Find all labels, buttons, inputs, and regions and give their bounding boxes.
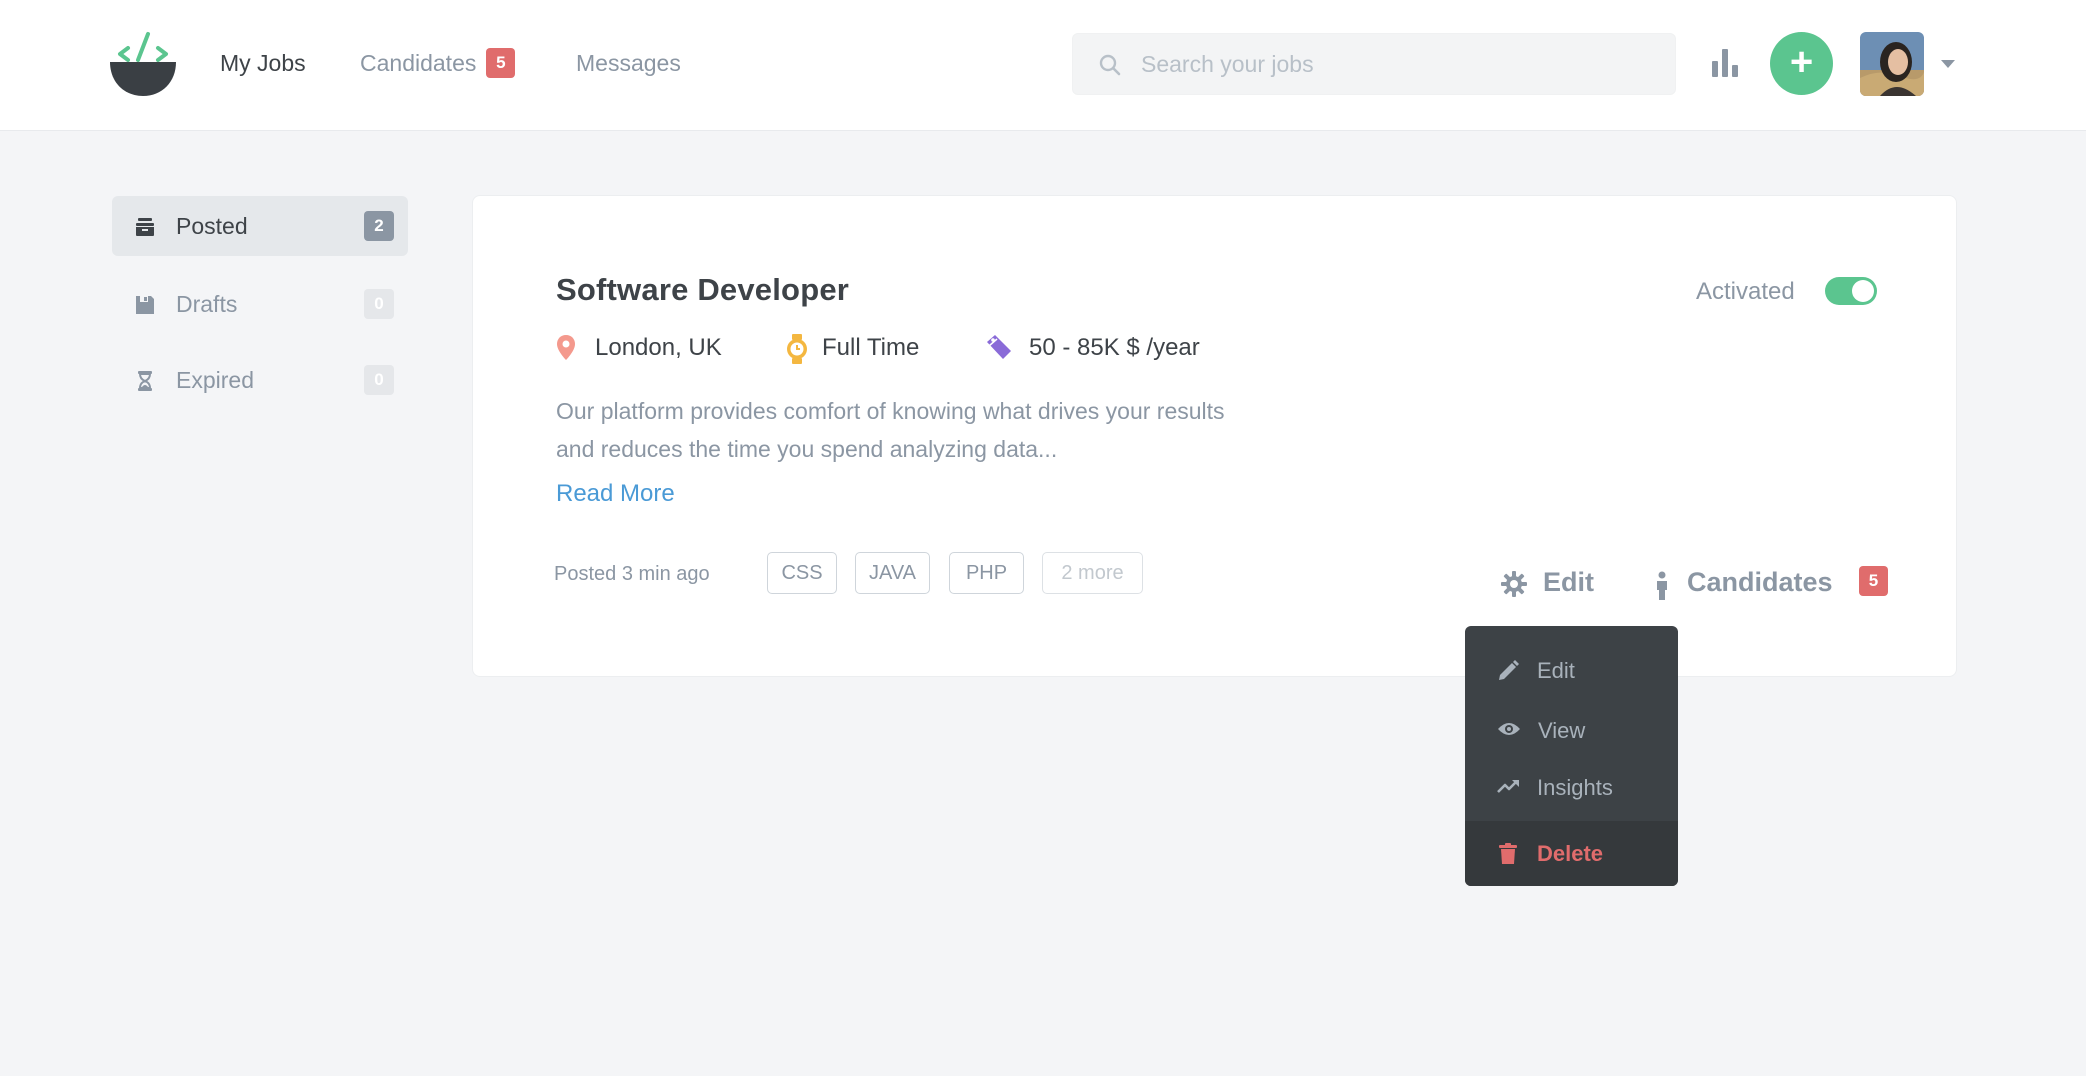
status-label: Activated xyxy=(1696,278,1795,305)
menu-item-label: Delete xyxy=(1537,841,1604,866)
trash-icon xyxy=(1499,843,1517,864)
job-card: Software Developer London, UK Full Time … xyxy=(472,195,1957,677)
avatar[interactable] xyxy=(1860,32,1924,96)
stats-chart-icon[interactable] xyxy=(1710,47,1740,79)
search-icon xyxy=(1099,54,1121,76)
watch-icon xyxy=(787,334,807,364)
menu-item-label: Edit xyxy=(1537,658,1575,683)
menu-item-label: View xyxy=(1538,718,1586,743)
candidates-count-badge: 5 xyxy=(1859,566,1888,596)
top-header: My Jobs Candidates 5 Messages + xyxy=(0,0,2086,131)
skill-tag[interactable]: PHP xyxy=(949,552,1024,594)
edit-label: Edit xyxy=(1543,567,1594,597)
logo-icon[interactable] xyxy=(108,30,178,98)
hourglass-icon xyxy=(138,371,152,391)
eye-icon xyxy=(1498,723,1520,735)
sidebar-count-badge: 2 xyxy=(364,211,394,241)
job-type-text: Full Time xyxy=(822,334,920,361)
nav-candidates-label: Candidates xyxy=(360,50,477,77)
sidebar-count-badge: 0 xyxy=(364,365,394,395)
menu-item-delete[interactable]: Delete xyxy=(1465,821,1678,886)
salary-text: 50 - 85K $ /year xyxy=(1029,334,1200,361)
posted-time: Posted 3 min ago xyxy=(554,563,710,585)
job-description-line: and reduces the time you spend analyzing… xyxy=(556,436,1058,462)
person-icon xyxy=(1657,571,1667,600)
price-tag-icon xyxy=(987,335,1011,359)
sidebar-item-label: Posted xyxy=(176,213,248,239)
gear-icon xyxy=(1501,571,1527,597)
job-type: Full Time xyxy=(785,334,955,364)
edit-button[interactable]: Edit xyxy=(1501,567,1599,601)
read-more-link[interactable]: Read More xyxy=(556,480,675,508)
sidebar-item-label: Expired xyxy=(176,367,254,393)
sidebar-item-label: Drafts xyxy=(176,291,238,317)
nav-candidates[interactable]: Candidates 5 xyxy=(360,48,516,80)
job-salary: 50 - 85K $ /year xyxy=(985,334,1245,364)
menu-item-label: Insights xyxy=(1537,775,1613,800)
job-description-line: Our platform provides comfort of knowing… xyxy=(556,398,1225,424)
avatar-photo-icon xyxy=(1860,32,1924,96)
candidates-button[interactable]: Candidates 5 xyxy=(1655,566,1891,601)
location-text: London, UK xyxy=(595,334,722,361)
sidebar-item-expired[interactable]: Expired 0 xyxy=(112,350,408,410)
skill-tag[interactable]: JAVA xyxy=(855,552,930,594)
sidebar-item-drafts[interactable]: Drafts 0 xyxy=(112,274,408,334)
menu-item-edit[interactable]: Edit xyxy=(1465,642,1678,698)
sidebar-count-badge: 0 xyxy=(364,289,394,319)
activated-toggle[interactable] xyxy=(1825,277,1877,305)
archive-icon xyxy=(136,218,154,236)
toggle-knob xyxy=(1852,280,1874,302)
search-input[interactable] xyxy=(1141,34,1661,94)
nav-messages[interactable]: Messages xyxy=(576,50,681,77)
skill-tag[interactable]: CSS xyxy=(767,552,837,594)
location-pin-icon xyxy=(557,335,575,360)
search-box xyxy=(1072,33,1676,95)
sidebar-item-posted[interactable]: Posted 2 xyxy=(112,196,408,256)
add-job-button[interactable]: + xyxy=(1770,32,1833,95)
trend-icon xyxy=(1497,780,1519,793)
menu-item-view[interactable]: View xyxy=(1465,702,1678,758)
candidates-count-badge: 5 xyxy=(486,48,516,78)
job-description: Our platform provides comfort of knowing… xyxy=(556,392,1316,468)
job-title[interactable]: Software Developer xyxy=(556,272,849,308)
menu-item-insights[interactable]: Insights xyxy=(1465,759,1678,815)
edit-dropdown-menu: Edit View Insights Delete xyxy=(1465,626,1678,886)
job-location: London, UK xyxy=(556,334,736,364)
nav-my-jobs[interactable]: My Jobs xyxy=(220,50,306,77)
pencil-icon xyxy=(1499,660,1519,680)
chevron-down-icon[interactable] xyxy=(1940,58,1956,70)
save-icon xyxy=(136,296,154,314)
candidates-label: Candidates xyxy=(1687,567,1833,597)
more-tags-button[interactable]: 2 more xyxy=(1042,552,1143,594)
